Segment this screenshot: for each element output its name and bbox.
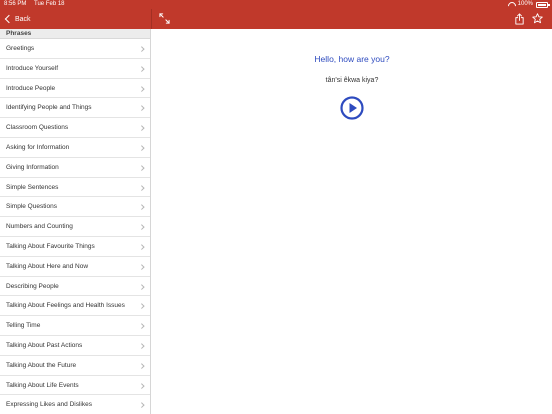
sidebar-item-label: Giving Information <box>6 163 59 171</box>
back-button[interactable]: Back <box>4 9 31 29</box>
sidebar-item[interactable]: Introduce People <box>0 79 150 99</box>
sidebar-item-label: Greetings <box>6 45 35 52</box>
wifi-icon <box>507 2 515 8</box>
sidebar-item[interactable]: Classroom Questions <box>0 118 150 138</box>
chevron-right-icon <box>138 303 144 309</box>
native-phrase: tân'si êkwa kiya? <box>325 77 379 84</box>
chevron-right-icon <box>138 204 144 210</box>
chevron-right-icon <box>138 382 144 388</box>
sidebar-item[interactable]: Talking About Feelings and Health Issues <box>0 296 150 317</box>
chevron-right-icon <box>138 343 144 349</box>
english-phrase: Hello, how are you? <box>314 54 390 64</box>
star-icon[interactable] <box>532 13 543 24</box>
sidebar-item-label: Asking for Information <box>6 143 70 151</box>
sidebar-item-label: Telling Time <box>6 322 41 330</box>
sidebar-item-label: Talking About the Future <box>6 361 77 369</box>
sidebar-item[interactable]: Talking About Life Events <box>0 376 150 396</box>
status-time: 8:56 PM <box>4 1 27 7</box>
battery-percent: 100% <box>517 1 533 7</box>
sidebar-item[interactable]: Simple Sentences <box>0 178 150 198</box>
sidebar-item-label: Talking About Feelings and Health Issues <box>6 302 125 310</box>
sidebar-item[interactable]: Greetings <box>0 39 150 59</box>
chevron-right-icon <box>138 283 144 289</box>
status-date: Tue Feb 18 <box>34 1 65 7</box>
chevron-right-icon <box>138 264 144 269</box>
sidebar-item[interactable]: Talking About Past Actions <box>0 336 150 356</box>
sidebar-item-label: Simple Questions <box>6 203 57 211</box>
chevron-right-icon <box>138 46 144 52</box>
sidebar-item-label: Talking About Here and Now <box>6 262 89 270</box>
battery-icon <box>536 1 550 8</box>
sidebar-item-label: Simple Sentences <box>6 183 59 191</box>
chevron-right-icon <box>138 244 144 250</box>
chevron-right-icon <box>138 145 144 151</box>
share-icon[interactable] <box>514 13 525 25</box>
sidebar-item-label: Describing People <box>6 282 59 290</box>
sidebar-item[interactable]: Telling Time <box>0 316 150 336</box>
status-left: 8:56 PM Tue Feb 18 <box>4 0 65 9</box>
sidebar-item-label: Expressing Likes and Dislikes <box>6 401 92 409</box>
chevron-right-icon <box>138 224 144 230</box>
sidebar-item[interactable]: Talking About the Future <box>0 356 150 376</box>
sidebar-item-label: Identifying People and Things <box>6 104 92 112</box>
sidebar-item-label: Introduce Yourself <box>6 64 59 72</box>
chevron-right-icon <box>138 125 144 131</box>
chevron-right-icon <box>138 105 144 111</box>
chevron-right-icon <box>138 85 144 91</box>
sidebar-item[interactable]: Describing People <box>0 277 150 297</box>
split-divider <box>151 9 152 29</box>
phrase-detail-pane: Hello, how are you? tân'si êkwa kiya? <box>152 29 552 414</box>
sidebar-item-label: Talking About Favourite Things <box>6 242 95 250</box>
sidebar-item[interactable]: Numbers and Counting <box>0 217 150 237</box>
back-label: Back <box>15 15 31 23</box>
expand-icon[interactable] <box>159 13 170 24</box>
chevron-right-icon <box>138 363 144 368</box>
sidebar-item[interactable]: Giving Information <box>0 158 150 178</box>
back-chevron-icon <box>4 14 14 24</box>
category-list: Greetings Introduce Yourself Introduce Peo… <box>0 39 150 414</box>
status-bar: 8:56 PM Tue Feb 18 100% <box>0 0 552 9</box>
status-right: 100% <box>507 0 550 9</box>
chevron-right-icon <box>138 66 144 72</box>
sidebar-item[interactable]: Asking for Information <box>0 138 150 158</box>
sidebar-item-label: Classroom Questions <box>6 124 69 132</box>
sidebar-item[interactable]: Talking About Here and Now <box>0 257 150 277</box>
chevron-right-icon <box>138 323 144 329</box>
sidebar-item[interactable]: Simple Questions <box>0 197 150 218</box>
sidebar-item[interactable]: Talking About Favourite Things <box>0 237 150 257</box>
sidebar-item[interactable]: Introduce Yourself <box>0 59 150 79</box>
chevron-right-icon <box>138 402 144 408</box>
sidebar-item-label: Talking About Life Events <box>6 381 79 389</box>
chevron-right-icon <box>138 165 144 171</box>
section-header-phrases: Phrases <box>0 29 150 39</box>
sidebar-item-label: Numbers and Counting <box>6 223 73 231</box>
phrase-category-sidebar: Phrases Greetings Introduce Yourself Intro… <box>0 29 151 414</box>
sidebar-item[interactable]: Expressing Likes and Dislikes <box>0 395 150 414</box>
play-icon[interactable] <box>340 96 364 120</box>
sidebar-item-label: Introduce People <box>6 84 56 92</box>
chevron-right-icon <box>138 184 144 190</box>
navigation-bar: Back <box>0 9 552 29</box>
sidebar-item[interactable]: Identifying People and Things <box>0 98 150 119</box>
sidebar-item-label: Talking About Past Actions <box>6 341 83 349</box>
